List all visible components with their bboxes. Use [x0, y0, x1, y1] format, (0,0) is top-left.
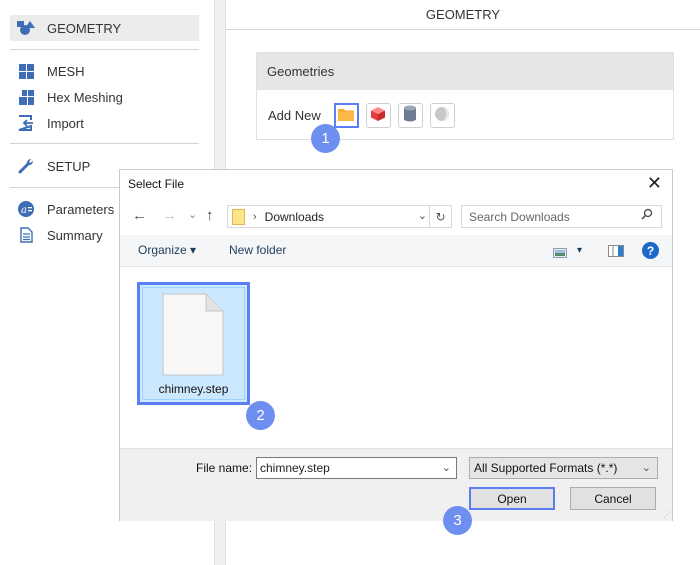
- folder-icon: [338, 107, 355, 124]
- file-name-label: File name:: [196, 461, 253, 475]
- sidebar-divider: [10, 49, 199, 50]
- help-icon[interactable]: ?: [642, 242, 659, 259]
- folder-icon: [232, 208, 245, 225]
- chevron-down-icon: ⌄: [641, 462, 651, 474]
- wrench-icon: [16, 156, 36, 176]
- sidebar-item-label: GEOMETRY: [47, 20, 122, 36]
- grid-icon: [16, 61, 36, 81]
- dialog-toolbar: Organize ▾ New folder ▾ ?: [120, 235, 672, 267]
- add-cylinder-button[interactable]: [397, 102, 423, 128]
- sidebar-item-geometry[interactable]: GEOMETRY: [10, 15, 199, 41]
- file-type-value: All Supported Formats (*.*): [474, 461, 618, 475]
- sphere-icon: [434, 106, 450, 125]
- chevron-down-icon[interactable]: ⌄: [442, 461, 451, 474]
- organize-menu[interactable]: Organize ▾: [138, 243, 196, 257]
- add-box-button[interactable]: [365, 102, 391, 128]
- dialog-footer: File name: chimney.step ⌄ All Supported …: [120, 448, 672, 521]
- sidebar-item-mesh[interactable]: MESH: [10, 58, 199, 84]
- document-file-icon: [162, 293, 224, 376]
- sidebar-item-label: Import: [47, 115, 84, 131]
- chevron-right-icon: ›: [253, 210, 257, 223]
- parameters-icon: a: [16, 199, 36, 219]
- sidebar-item-label: MESH: [47, 63, 85, 79]
- back-arrow-icon[interactable]: ←: [132, 207, 147, 224]
- hex-grid-icon: [16, 87, 36, 107]
- up-arrow-icon[interactable]: ↑: [206, 207, 214, 224]
- view-options-caret[interactable]: ▾: [577, 245, 582, 256]
- add-sphere-button[interactable]: [429, 102, 455, 128]
- search-placeholder: Search Downloads: [469, 209, 570, 224]
- file-name-input[interactable]: chimney.step ⌄: [256, 457, 457, 479]
- chevron-down-icon[interactable]: ⌄: [418, 209, 427, 222]
- search-icon: [641, 208, 653, 223]
- current-path[interactable]: Downloads: [265, 210, 324, 224]
- sidebar-item-label: SETUP: [47, 158, 91, 174]
- sidebar-item-import[interactable]: Import: [10, 110, 199, 136]
- open-button[interactable]: Open: [469, 487, 555, 510]
- change-view-icon[interactable]: [553, 246, 567, 261]
- step-badge-3: 3: [443, 506, 472, 535]
- file-list: chimney.step: [120, 267, 672, 448]
- cancel-button[interactable]: Cancel: [570, 487, 656, 510]
- document-icon: [16, 225, 36, 245]
- recent-locations-icon[interactable]: ⌄: [188, 208, 197, 221]
- resize-grip-icon[interactable]: ⋰: [663, 510, 671, 519]
- file-type-select[interactable]: All Supported Formats (*.*) ⌄: [469, 457, 658, 479]
- select-file-dialog: Select File ✕ ← → ⌄ ↑ › Downloads ⌄ ↻ Se…: [119, 169, 673, 521]
- sidebar-item-hex-meshing[interactable]: Hex Meshing: [10, 84, 199, 110]
- file-item-chimney-step[interactable]: chimney.step: [137, 282, 250, 405]
- navigation-bar: ← → ⌄ ↑ › Downloads ⌄ ↻ Search Downloads: [120, 204, 672, 230]
- geometries-panel-title: Geometries: [257, 53, 673, 90]
- svg-text:a: a: [21, 205, 27, 216]
- cylinder-icon: [403, 105, 417, 125]
- preview-pane-icon[interactable]: [608, 245, 624, 260]
- step-badge-2: 2: [246, 401, 275, 430]
- dialog-title: Select File: [128, 177, 185, 191]
- page-title: GEOMETRY: [226, 0, 700, 30]
- sidebar-item-label: Hex Meshing: [47, 89, 123, 105]
- cube-icon: [370, 106, 386, 125]
- sidebar-divider: [10, 143, 199, 144]
- add-new-label: Add New: [268, 107, 321, 123]
- refresh-icon[interactable]: ↻: [429, 206, 451, 227]
- file-name-label: chimney.step: [158, 382, 229, 396]
- forward-arrow-icon[interactable]: →: [162, 207, 177, 224]
- address-bar[interactable]: › Downloads ⌄ ↻: [227, 205, 452, 228]
- sidebar-item-label: Summary: [47, 227, 103, 243]
- sidebar-item-label: Parameters: [47, 201, 115, 217]
- new-folder-button[interactable]: New folder: [229, 243, 286, 257]
- shapes-icon: [16, 18, 36, 38]
- step-badge-1: 1: [311, 124, 340, 153]
- search-input[interactable]: Search Downloads: [461, 205, 662, 228]
- import-file-button[interactable]: [333, 102, 359, 128]
- close-icon[interactable]: ✕: [647, 174, 662, 192]
- file-name-value: chimney.step: [260, 461, 330, 475]
- import-icon: [16, 113, 36, 133]
